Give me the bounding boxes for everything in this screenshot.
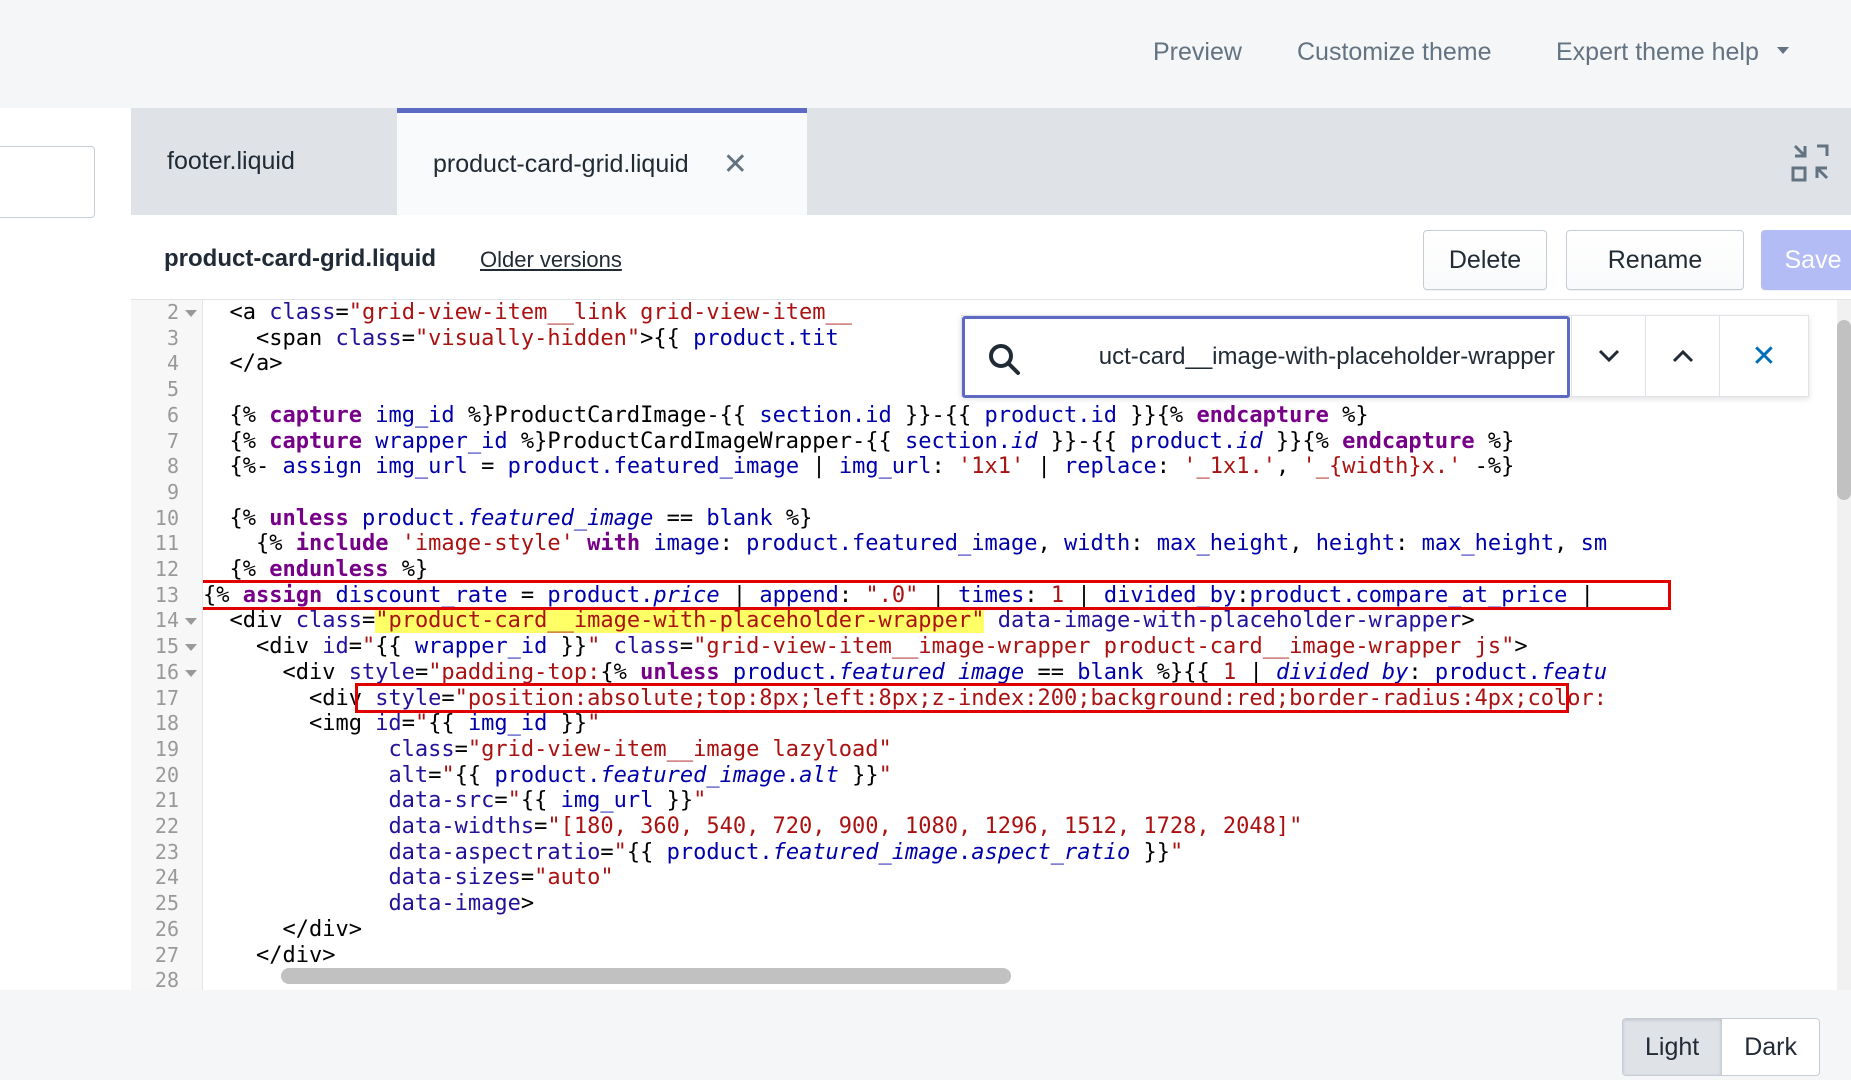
find-bar: ✕ [961, 315, 1809, 398]
line-number: 25 [154, 891, 179, 916]
sidebar-search-input[interactable] [0, 146, 95, 218]
line-number: 26 [154, 916, 179, 941]
line-number: 28 [154, 968, 179, 990]
expert-theme-help-dropdown[interactable]: Expert theme help [1556, 38, 1789, 67]
line-number: 16 [154, 659, 179, 684]
line-number: 18 [154, 711, 179, 736]
line-number: 12 [154, 557, 179, 581]
line-number: 19 [154, 736, 179, 761]
code-line: <div class="product-card__image-with-pla… [203, 608, 1475, 634]
editor-panel: footer.liquid product-card-grid.liquid ✕ … [131, 108, 1851, 990]
line-number: 15 [154, 634, 179, 659]
line-number: 24 [154, 865, 179, 890]
code-line: </div> [203, 916, 362, 942]
close-tab-icon[interactable]: ✕ [723, 147, 748, 182]
line-number: 3 [166, 325, 179, 350]
fold-arrow-icon[interactable] [185, 310, 197, 317]
code-line: {% include 'image-style' with image: pro… [203, 531, 1608, 557]
delete-button[interactable]: Delete [1423, 230, 1547, 290]
preview-link[interactable]: Preview [1153, 38, 1242, 67]
line-number: 10 [154, 505, 179, 530]
tab-footer-label: footer.liquid [167, 147, 295, 175]
tab-product-card-grid[interactable]: product-card-grid.liquid ✕ [397, 108, 807, 215]
find-input-wrapper[interactable] [962, 316, 1570, 398]
find-close-button[interactable]: ✕ [1719, 316, 1808, 396]
line-number: 4 [166, 351, 179, 376]
line-number: 17 [154, 685, 179, 710]
fold-arrow-icon[interactable] [185, 618, 197, 626]
code-line: <div style="padding-top:{% unless produc… [203, 659, 1608, 685]
chevron-down-icon [1598, 349, 1619, 363]
file-sidebar [0, 108, 131, 990]
expert-theme-help-label: Expert theme help [1556, 38, 1759, 66]
find-input[interactable] [1035, 335, 1555, 379]
line-number: 6 [166, 402, 179, 427]
code-line: alt="{{ product.featured_image.alt }}" [388, 762, 892, 788]
line-number: 9 [166, 479, 179, 504]
customize-theme-link[interactable]: Customize theme [1297, 38, 1492, 67]
file-title: product-card-grid.liquid [164, 245, 436, 272]
tab-product-label: product-card-grid.liquid [433, 149, 689, 178]
caret-down-icon [1776, 46, 1789, 54]
code-line: </a> [203, 351, 283, 377]
code-line: {% unless product.featured_image == blan… [203, 505, 813, 531]
horizontal-scrollbar[interactable] [281, 968, 1011, 984]
code-line: class="grid-view-item__image lazyload" [388, 736, 892, 762]
chevron-up-icon [1672, 349, 1693, 363]
line-number: 8 [166, 454, 179, 479]
exit-fullscreen-icon[interactable] [1791, 142, 1831, 182]
tab-bar: footer.liquid product-card-grid.liquid ✕ [131, 108, 1851, 215]
older-versions-link[interactable]: Older versions [480, 247, 622, 273]
top-bar: Preview Customize theme Expert theme hel… [0, 0, 1851, 108]
code-lines[interactable]: <a class="grid-view-item__link grid-view… [203, 300, 1851, 990]
bottom-bar [0, 990, 1851, 1080]
search-icon [989, 344, 1020, 375]
line-number: 11 [154, 531, 179, 556]
line-number: 5 [166, 377, 179, 402]
code-line: </div> [203, 942, 336, 968]
dark-theme-button[interactable]: Dark [1722, 1019, 1820, 1075]
line-number: 14 [154, 608, 179, 633]
line-number: 2 [166, 300, 179, 324]
code-line: <span class="visually-hidden">{{ product… [203, 325, 839, 351]
line-number: 21 [154, 788, 179, 813]
code-line: {%- assign img_url = product.featured_im… [203, 454, 1515, 480]
line-number: 13 [154, 582, 179, 607]
line-number: 27 [154, 942, 179, 967]
find-next-button[interactable] [1571, 316, 1645, 396]
vertical-scrollbar-thumb[interactable] [1837, 320, 1851, 500]
save-button[interactable]: Save [1761, 230, 1851, 290]
code-line: <img id="{{ img_id }}" [203, 711, 601, 737]
line-number: 7 [166, 428, 179, 453]
code-line: data-widths="[180, 360, 540, 720, 900, 1… [388, 814, 1303, 839]
code-line: data-aspectratio="{{ product.featured_im… [388, 839, 1184, 865]
code-line: {% capture wrapper_id %}ProductCardImage… [203, 428, 1515, 454]
line-number: 23 [154, 839, 179, 864]
code-line: <div id="{{ wrapper_id }}" class="grid-v… [203, 634, 1528, 660]
vertical-scrollbar[interactable] [1837, 300, 1851, 990]
code-line: data-sizes="auto" [388, 865, 614, 891]
code-line: data-image> [388, 891, 535, 917]
code-line: <a class="grid-view-item__link grid-view… [203, 300, 853, 325]
code-line: data-src="{{ img_url }}" [388, 788, 707, 814]
find-previous-button[interactable] [1645, 316, 1719, 396]
code-line: {% endunless %} [203, 557, 429, 582]
light-theme-button[interactable]: Light [1623, 1019, 1723, 1075]
fold-arrow-icon[interactable] [185, 644, 197, 652]
line-number-gutter: 2 3 4 5 6 7 8 9 10 11 12 13 14 15 16 17 18 19 20 21 22 23 24 25… [131, 300, 203, 990]
code-editor[interactable]: 2 3 4 5 6 7 8 9 10 11 12 13 14 15 16 17 18 19 20 21 22 23 24 25… [131, 300, 1851, 990]
code-line: {% capture img_id %}ProductCardImage-{{ … [203, 402, 1369, 428]
rename-button[interactable]: Rename [1566, 230, 1744, 290]
tab-footer-liquid[interactable]: footer.liquid [131, 108, 397, 215]
fold-arrow-icon[interactable] [185, 669, 197, 677]
theme-toggle: Light Dark [1622, 1018, 1821, 1076]
line-number: 22 [154, 814, 179, 838]
line-number: 20 [154, 762, 179, 787]
annotation-box-style-line [355, 683, 1569, 713]
annotation-box-discount-line [203, 580, 1671, 610]
